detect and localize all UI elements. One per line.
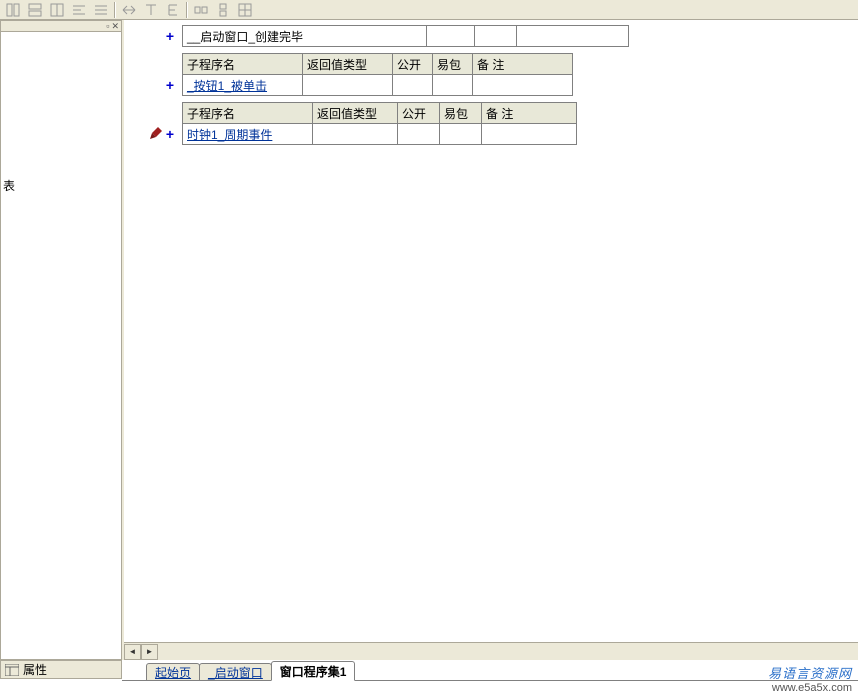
hdr-note: 备 注 <box>473 54 573 75</box>
code-row-1: 子程序名 返回值类型 公开 易包 备 注 <box>124 53 858 75</box>
subroutine-table-2: 子程序名 返回值类型 公开 易包 备 注 <box>182 102 577 124</box>
expand-icon[interactable]: + <box>166 28 174 44</box>
gutter[interactable]: + <box>132 74 182 96</box>
code-row-2: 子程序名 返回值类型 公开 易包 备 注 <box>124 102 858 124</box>
hdr-pub: 公开 <box>398 103 440 124</box>
hdr-ret: 返回值类型 <box>313 103 398 124</box>
properties-icon <box>5 664 19 676</box>
panel-header: ▫ ✕ <box>0 20 122 32</box>
toolbar-btn-align-h[interactable] <box>68 1 90 19</box>
sub-name-cell[interactable]: __启动窗口_创建完毕 <box>183 26 427 47</box>
gutter[interactable] <box>132 102 182 124</box>
sub-cell[interactable] <box>440 124 482 145</box>
sub-cell[interactable] <box>433 75 473 96</box>
sub-cell[interactable] <box>303 75 393 96</box>
code-editor-area: + __启动窗口_创建完毕 子程序名 返回值类型 公开 易包 备 注 <box>122 20 858 660</box>
hdr-name: 子程序名 <box>183 54 303 75</box>
code-row-1v: + _按钮1_被单击 <box>124 74 858 96</box>
sub-name-cell[interactable]: 时钟1_周期事件 <box>183 124 313 145</box>
subroutine-table-2v: 时钟1_周期事件 <box>182 123 577 145</box>
watermark-en: www.e5a5x.com <box>768 681 852 695</box>
panel-stub-text: 表 <box>3 177 15 194</box>
horizontal-scrollbar[interactable]: ◄ ► <box>124 642 858 660</box>
tab-start-page[interactable]: 起始页 <box>146 663 200 681</box>
properties-button[interactable]: 属性 <box>0 660 122 679</box>
sub-cell[interactable] <box>517 26 629 47</box>
tab-window-assembly[interactable]: 窗口程序集1 <box>271 661 356 681</box>
toolbar <box>0 0 858 20</box>
toolbar-btn-layout-3[interactable] <box>46 1 68 19</box>
toolbar-separator <box>114 2 116 18</box>
sub-cell[interactable] <box>473 75 573 96</box>
code-row-2v: + 时钟1_周期事件 <box>124 123 858 145</box>
sub-cell[interactable] <box>482 124 577 145</box>
panel-close-icon[interactable]: ✕ <box>111 22 119 31</box>
sub-cell[interactable] <box>475 26 517 47</box>
gutter[interactable]: + <box>132 25 182 47</box>
editor-tabs: 起始页 _启动窗口 窗口程序集1 <box>130 661 354 681</box>
tab-nav-left-icon[interactable] <box>130 663 146 681</box>
code-row-0: + __启动窗口_创建完毕 <box>124 25 858 47</box>
panel-dock-icon[interactable]: ▫ <box>106 22 109 31</box>
hdr-pkg: 易包 <box>440 103 482 124</box>
toolbar-btn-align-just[interactable] <box>90 1 112 19</box>
properties-label: 属性 <box>23 661 47 678</box>
subroutine-table-1: 子程序名 返回值类型 公开 易包 备 注 <box>182 53 573 75</box>
watermark-cn: 易语言资源网 <box>768 667 852 681</box>
toolbar-btn-grid[interactable] <box>234 1 256 19</box>
hdr-pkg: 易包 <box>433 54 473 75</box>
sub-cell[interactable] <box>398 124 440 145</box>
toolbar-btn-layout-1[interactable] <box>2 1 24 19</box>
expand-icon[interactable]: + <box>166 126 174 142</box>
left-panel: ▫ ✕ 表 <box>0 20 122 660</box>
edit-pen-icon <box>148 127 162 141</box>
scroll-right-icon[interactable]: ► <box>141 644 158 660</box>
hdr-note: 备 注 <box>482 103 577 124</box>
tab-startup-window[interactable]: _启动窗口 <box>199 663 272 681</box>
watermark: 易语言资源网 www.e5a5x.com <box>768 667 852 695</box>
toolbar-btn-layout-2[interactable] <box>24 1 46 19</box>
subroutine-table-0: __启动窗口_创建完毕 <box>182 25 629 47</box>
scroll-left-icon[interactable]: ◄ <box>124 644 141 660</box>
toolbar-btn-tool-e[interactable] <box>162 1 184 19</box>
toolbar-btn-arrow-lr[interactable] <box>118 1 140 19</box>
gutter[interactable]: + <box>132 123 182 145</box>
expand-icon[interactable]: + <box>166 77 174 93</box>
panel-body: 表 <box>0 32 122 660</box>
code-content[interactable]: + __启动窗口_创建完毕 子程序名 返回值类型 公开 易包 备 注 <box>124 20 858 642</box>
sub-name-cell[interactable]: _按钮1_被单击 <box>183 75 303 96</box>
hdr-name: 子程序名 <box>183 103 313 124</box>
toolbar-btn-box-ud[interactable] <box>212 1 234 19</box>
toolbar-btn-box-lr[interactable] <box>190 1 212 19</box>
gutter[interactable] <box>132 53 182 75</box>
hdr-ret: 返回值类型 <box>303 54 393 75</box>
hdr-pub: 公开 <box>393 54 433 75</box>
sub-cell[interactable] <box>427 26 475 47</box>
toolbar-separator-2 <box>186 2 188 18</box>
sub-cell[interactable] <box>313 124 398 145</box>
subroutine-table-1v: _按钮1_被单击 <box>182 74 573 96</box>
sub-cell[interactable] <box>393 75 433 96</box>
toolbar-btn-tool-t[interactable] <box>140 1 162 19</box>
